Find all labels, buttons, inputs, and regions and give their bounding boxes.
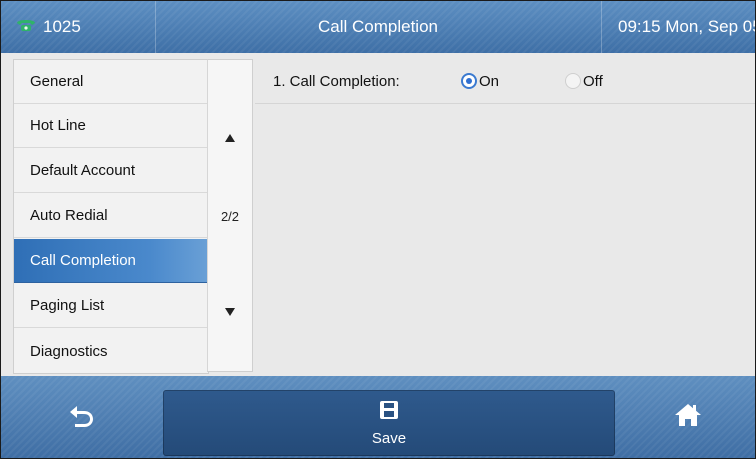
menu-item-auto-redial[interactable]: Auto Redial — [14, 194, 208, 238]
radio-off[interactable]: Off — [565, 73, 603, 90]
date-time: 09:15 Mon, Sep 05 — [601, 1, 755, 53]
settings-menu: General Hot Line Default Account Auto Re… — [13, 59, 209, 374]
page-indicator: 2/2 — [220, 208, 240, 224]
radio-off-label: Off — [583, 72, 603, 90]
radio-on[interactable]: On — [461, 73, 499, 90]
menu-item-label: Hot Line — [30, 117, 86, 134]
back-arrow-icon — [67, 403, 95, 432]
save-label: Save — [371, 430, 407, 447]
menu-item-hot-line[interactable]: Hot Line — [14, 104, 208, 148]
softkey-bar: Save — [1, 376, 755, 458]
menu-item-label: Auto Redial — [30, 207, 108, 224]
floppy-disk-icon — [378, 399, 400, 426]
menu-item-label: General — [30, 73, 84, 90]
phone-screen: 1025 Call Completion 09:15 Mon, Sep 05 G… — [0, 0, 756, 459]
call-completion-row: 1. Call Completion: On Off — [255, 59, 755, 104]
scroll-down-button[interactable] — [208, 300, 252, 324]
radio-checked-icon — [461, 73, 477, 89]
menu-item-label: Call Completion — [30, 252, 136, 269]
menu-scrollbar: 2/2 — [207, 59, 253, 372]
menu-item-label: Paging List — [30, 297, 105, 314]
radio-on-label: On — [479, 72, 500, 90]
menu-item-paging-list[interactable]: Paging List — [14, 284, 208, 328]
page-title: Call Completion — [318, 17, 438, 36]
account-number: 1025 — [43, 17, 81, 36]
menu-item-call-completion[interactable]: Call Completion — [14, 239, 208, 283]
scroll-up-button[interactable] — [208, 126, 252, 150]
menu-item-default-account[interactable]: Default Account — [14, 149, 208, 193]
home-icon — [673, 402, 703, 433]
menu-item-general[interactable]: General — [14, 60, 208, 104]
settings-content: 1. Call Completion: On Off — [255, 59, 755, 372]
phone-icon — [15, 17, 37, 38]
triangle-down-icon — [224, 305, 236, 320]
radio-unchecked-icon — [565, 73, 581, 89]
triangle-up-icon — [224, 131, 236, 146]
menu-item-diagnostics[interactable]: Diagnostics — [14, 329, 208, 373]
account-indicator: 1025 — [15, 1, 156, 53]
menu-item-label: Diagnostics — [30, 342, 108, 360]
field-label: 1. Call Completion: — [273, 72, 400, 90]
back-button[interactable] — [1, 376, 161, 458]
save-button[interactable]: Save — [163, 390, 615, 456]
menu-item-label: Default Account — [30, 162, 136, 179]
home-button[interactable] — [621, 376, 755, 458]
title-bar: 1025 Call Completion 09:15 Mon, Sep 05 — [1, 1, 755, 53]
